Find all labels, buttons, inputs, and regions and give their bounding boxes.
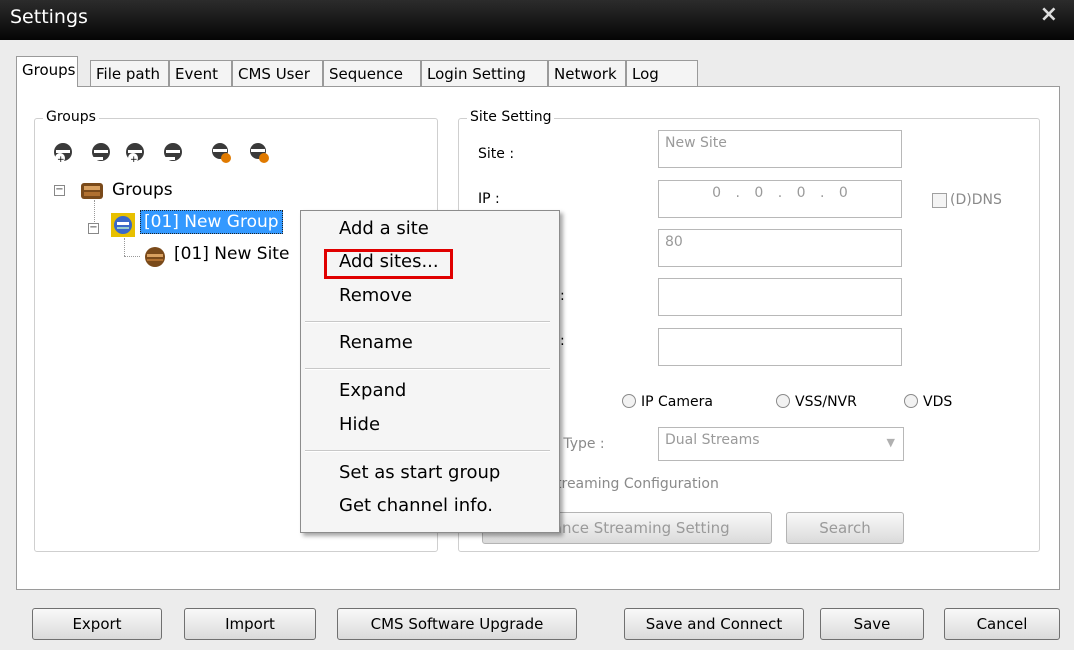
field-colon: : bbox=[560, 333, 565, 349]
tree-node-new-site-label: [01] New Site bbox=[174, 244, 290, 264]
tab-file-path[interactable]: File path bbox=[90, 60, 169, 86]
close-icon[interactable]: × bbox=[1040, 2, 1058, 27]
radio-ip-camera-label: IP Camera bbox=[641, 394, 713, 410]
tab-network[interactable]: Network bbox=[548, 60, 626, 86]
site-remove-warning-icon[interactable] bbox=[248, 142, 270, 164]
menu-item-remove[interactable]: Remove bbox=[339, 285, 412, 306]
menu-item-set-as-start-group[interactable]: Set as start group bbox=[339, 462, 500, 483]
tree-node-groups[interactable]: Groups bbox=[112, 180, 173, 200]
password-field[interactable] bbox=[658, 328, 902, 366]
menu-separator bbox=[305, 450, 550, 452]
chevron-down-icon: ▼ bbox=[886, 436, 895, 449]
save-and-connect-button[interactable]: Save and Connect bbox=[624, 608, 804, 640]
field-colon: : bbox=[560, 288, 565, 304]
streaming-configuration-checkbox-label: treaming Configuration bbox=[556, 476, 719, 492]
ip-label: IP : bbox=[478, 191, 500, 207]
site-label: Site : bbox=[478, 146, 515, 162]
menu-item-expand[interactable]: Expand bbox=[339, 380, 406, 401]
site-warning-icon[interactable] bbox=[210, 142, 232, 164]
edit-group-icon[interactable] bbox=[90, 142, 112, 164]
svg-text:+: + bbox=[57, 155, 65, 164]
tree-node-new-group[interactable]: [01] New Group bbox=[140, 210, 283, 234]
cancel-button[interactable]: Cancel bbox=[944, 608, 1060, 640]
radio-vss-nvr[interactable]: VSS/NVR bbox=[776, 394, 857, 410]
advance-label: ance Streaming Setting bbox=[552, 519, 730, 537]
site-icon bbox=[145, 247, 165, 267]
edit-site-icon[interactable] bbox=[162, 142, 184, 164]
menu-separator bbox=[305, 368, 550, 370]
save-button[interactable]: Save bbox=[820, 608, 924, 640]
radio-dot bbox=[622, 394, 636, 408]
collapse-root-icon[interactable]: − bbox=[54, 185, 65, 196]
tab-cms-user[interactable]: CMS User bbox=[232, 60, 323, 86]
menu-item-get-channel-info[interactable]: Get channel info. bbox=[339, 495, 493, 516]
export-button[interactable]: Export bbox=[32, 608, 162, 640]
groups-legend: Groups bbox=[43, 109, 99, 125]
collapse-group-icon[interactable]: − bbox=[88, 223, 99, 234]
title-bar[interactable]: Settings × bbox=[0, 0, 1074, 40]
search-button[interactable]: Search bbox=[786, 512, 904, 544]
username-field[interactable] bbox=[658, 278, 902, 316]
tree-node-groups-label: Groups bbox=[112, 180, 173, 200]
annotation-highlight-box bbox=[324, 249, 453, 279]
tree-node-new-group-label: [01] New Group bbox=[140, 210, 283, 234]
site-name-field[interactable]: New Site bbox=[658, 130, 902, 168]
group-icon bbox=[111, 213, 135, 237]
connection-type-select[interactable]: Dual Streams ▼ bbox=[658, 427, 904, 461]
site-setting-legend: Site Setting bbox=[467, 109, 555, 125]
radio-dot bbox=[904, 394, 918, 408]
radio-vds-label: VDS bbox=[923, 394, 953, 410]
context-menu: Add a site Add sites... Remove Rename Ex… bbox=[300, 210, 560, 533]
menu-separator bbox=[305, 321, 550, 323]
add-group-icon[interactable]: + bbox=[52, 142, 74, 164]
svg-text:+: + bbox=[130, 155, 138, 164]
connection-type-value: Dual Streams bbox=[665, 432, 760, 448]
ddns-checkbox[interactable] bbox=[932, 193, 947, 208]
tab-groups[interactable]: Groups bbox=[16, 56, 78, 87]
window-title: Settings bbox=[10, 6, 88, 28]
radio-dot bbox=[776, 394, 790, 408]
tree-line bbox=[124, 238, 126, 256]
port-field[interactable]: 80 bbox=[658, 229, 902, 267]
add-site-icon[interactable]: + bbox=[124, 142, 146, 164]
ddns-label: (D)DNS bbox=[950, 192, 1002, 208]
menu-item-rename[interactable]: Rename bbox=[339, 332, 413, 353]
radio-vds[interactable]: VDS bbox=[904, 394, 952, 410]
menu-item-hide[interactable]: Hide bbox=[339, 414, 380, 435]
tab-log[interactable]: Log bbox=[626, 60, 698, 86]
menu-item-add-a-site[interactable]: Add a site bbox=[339, 218, 429, 239]
radio-vss-nvr-label: VSS/NVR bbox=[795, 394, 857, 410]
tab-sequence[interactable]: Sequence bbox=[323, 60, 421, 86]
cms-software-upgrade-button[interactable]: CMS Software Upgrade bbox=[337, 608, 577, 640]
radio-ip-camera[interactable]: IP Camera bbox=[622, 394, 713, 410]
groups-root-icon bbox=[81, 183, 103, 199]
tree-line bbox=[124, 256, 140, 258]
tab-event[interactable]: Event bbox=[169, 60, 232, 86]
ip-address-field[interactable]: 0 . 0 . 0 . 0 bbox=[658, 180, 902, 218]
import-button[interactable]: Import bbox=[184, 608, 316, 640]
tab-login-setting[interactable]: Login Setting bbox=[421, 60, 548, 86]
tree-node-new-site[interactable]: [01] New Site bbox=[174, 244, 289, 264]
